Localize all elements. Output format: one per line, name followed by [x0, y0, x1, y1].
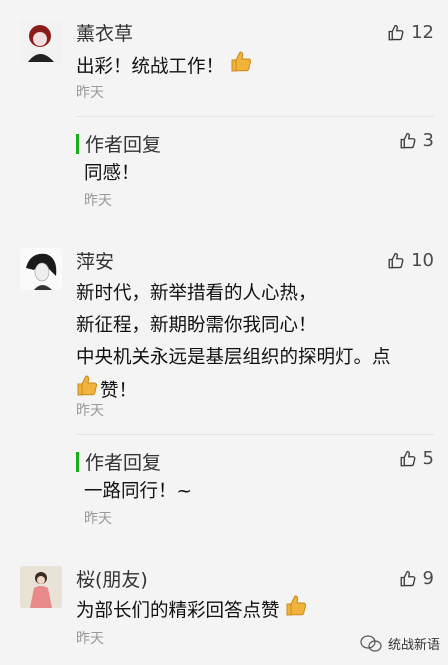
divider [76, 116, 434, 117]
wechat-logo-icon [360, 634, 382, 652]
like-count: 12 [411, 22, 434, 43]
thumbs-up-icon [388, 252, 404, 269]
thumbs-up-emoji-icon [230, 50, 254, 85]
like-button[interactable]: 9 [399, 568, 434, 590]
comment-text: 为部长们的精彩回答点赞 [76, 594, 426, 629]
comment-time: 昨天 [76, 403, 104, 419]
reply-like-button[interactable]: 3 [399, 130, 434, 152]
thumbs-up-icon [400, 132, 416, 149]
reply-text: 同感！ [84, 163, 140, 184]
like-button[interactable]: 10 [387, 250, 434, 272]
thumbs-up-icon [388, 24, 404, 41]
avatar[interactable] [20, 20, 62, 62]
commenter-name[interactable]: 萍安 [76, 250, 114, 274]
reply-like-button[interactable]: 5 [399, 448, 434, 470]
like-button[interactable]: 12 [387, 22, 434, 44]
reply-time: 昨天 [84, 511, 112, 527]
avatar[interactable] [20, 248, 62, 290]
avatar[interactable] [20, 566, 62, 608]
watermark-text: 统战新语 [387, 638, 440, 653]
like-count: 10 [411, 250, 434, 271]
author-reply-header: 作者回复 [76, 448, 161, 475]
watermark: 统战新语 [360, 634, 440, 653]
reply-accent-bar [76, 451, 79, 472]
like-count: 3 [422, 130, 434, 151]
reply-accent-bar [76, 133, 79, 154]
comment-text: 新时代，新举措看的人心热， 新征程，新期盼需你我同心！ 中央机关永远是基层组织的… [76, 278, 426, 409]
author-reply-header: 作者回复 [76, 130, 161, 157]
reply-time: 昨天 [84, 193, 112, 209]
reply-text: 一路同行！~ [84, 481, 193, 502]
reply-label: 作者回复 [85, 134, 162, 156]
reply-label: 作者回复 [85, 452, 162, 474]
commenter-name[interactable]: 薰衣草 [76, 22, 133, 46]
like-count: 9 [422, 568, 434, 589]
commenter-name[interactable]: 桜(朋友) [76, 568, 148, 592]
thumbs-up-icon [400, 570, 416, 587]
like-count: 5 [422, 448, 434, 469]
comment-text: 出彩！统战工作！ [76, 50, 426, 85]
thumbs-up-emoji-icon [285, 594, 309, 629]
comment-time: 昨天 [76, 631, 104, 647]
divider [76, 434, 434, 435]
comment-time: 昨天 [76, 85, 104, 101]
thumbs-up-icon [400, 450, 416, 467]
